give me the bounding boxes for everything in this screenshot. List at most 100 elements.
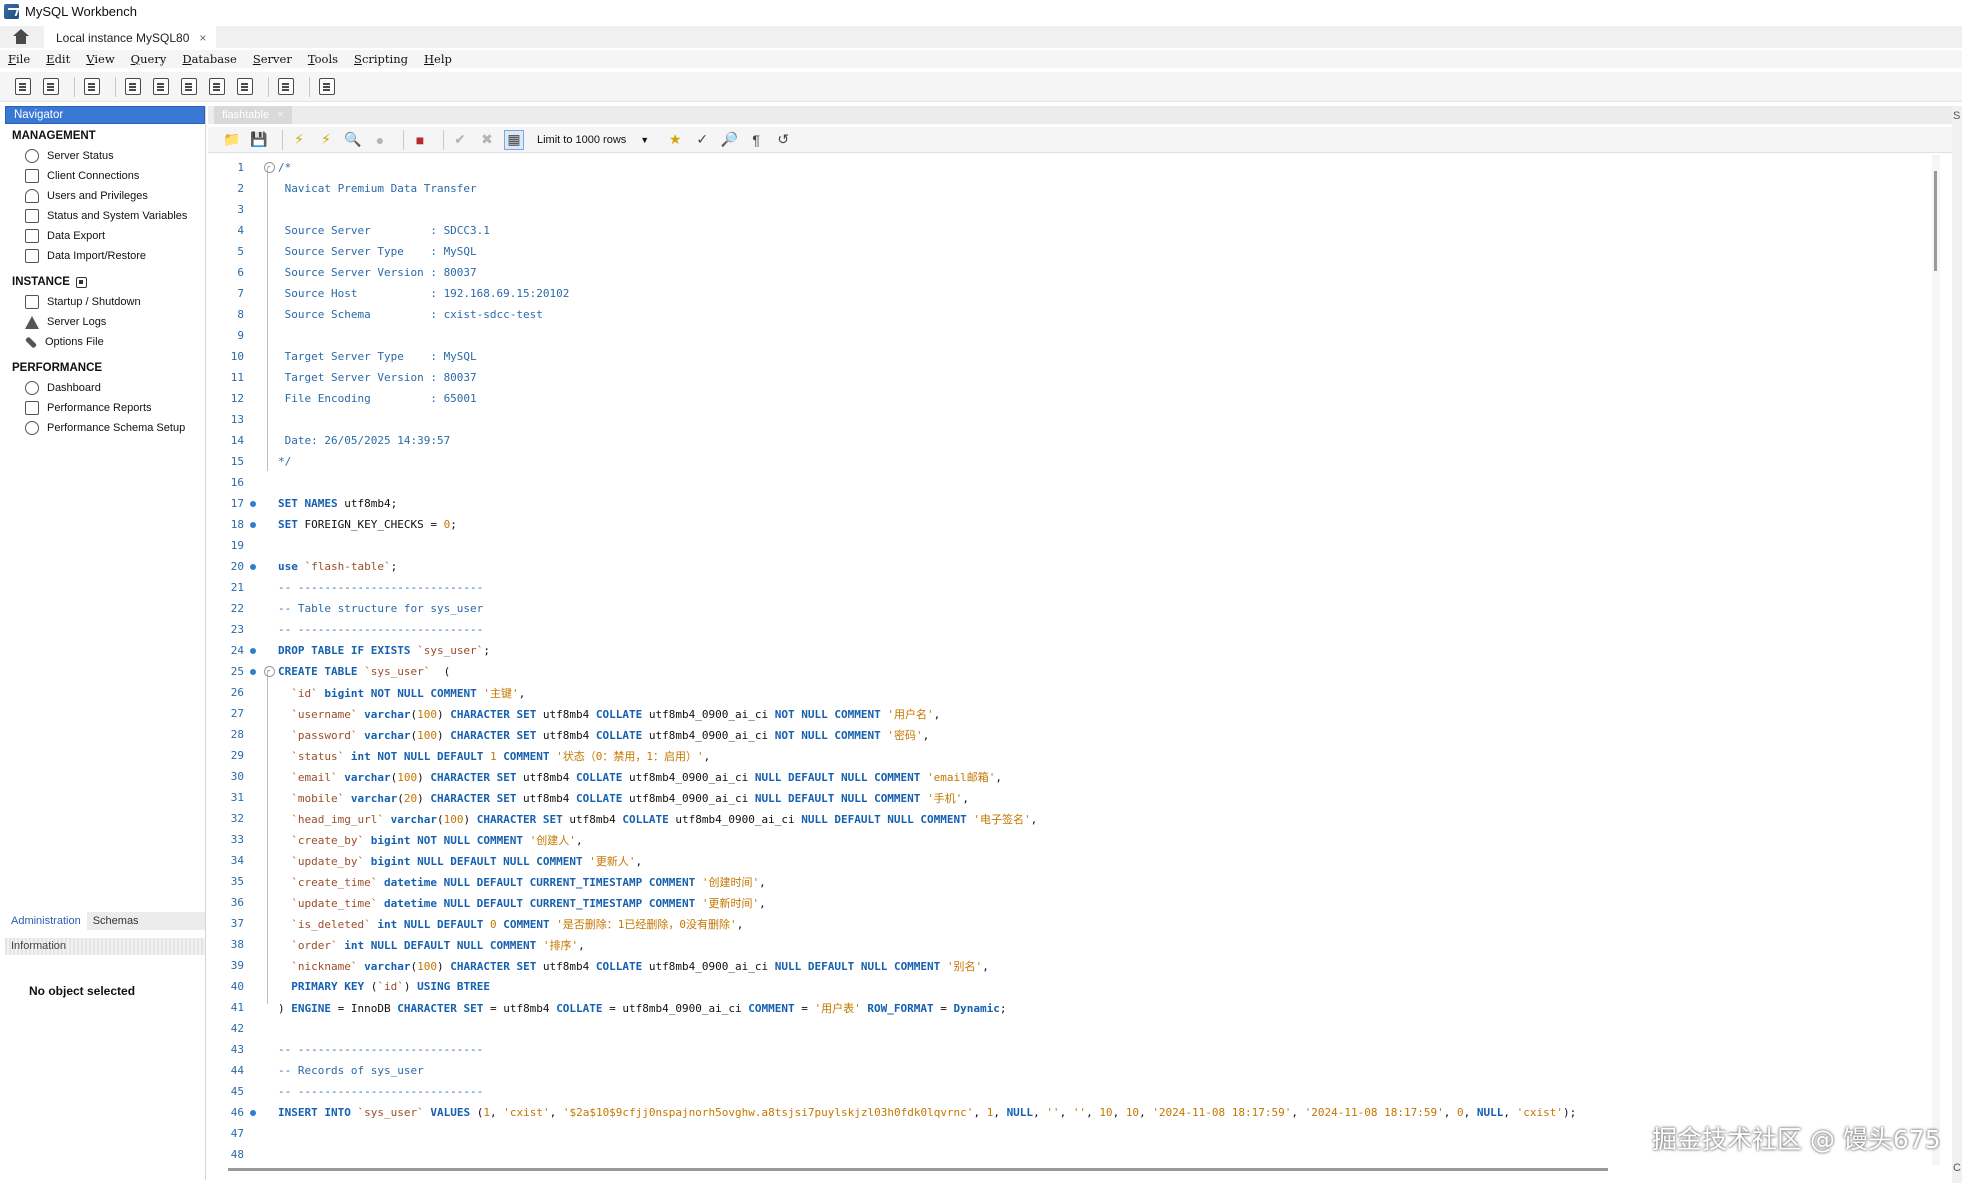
tab-administration[interactable]: Administration (5, 912, 87, 930)
code-line[interactable]: 2 Navicat Premium Data Transfer (208, 178, 1928, 199)
code-line[interactable]: 21 -- ---------------------------- (208, 577, 1928, 598)
close-icon[interactable]: × (199, 31, 206, 45)
code-line[interactable]: 25 - CREATE TABLE `sys_user` ( (208, 661, 1928, 682)
code-line[interactable]: 17 SET NAMES utf8mb4; (208, 493, 1928, 514)
tab-schemas[interactable]: Schemas (87, 912, 145, 930)
code-line[interactable]: 8 Source Schema : cxist-sdcc-test (208, 304, 1928, 325)
home-icon[interactable] (12, 29, 30, 45)
new-sql-tab-icon[interactable] (12, 76, 34, 98)
save-script-icon[interactable]: 💾 (249, 130, 269, 150)
vertical-scrollbar[interactable] (1932, 155, 1940, 1165)
code-line[interactable]: 16 (208, 472, 1928, 493)
code-line[interactable]: 40 PRIMARY KEY (`id`) USING BTREE (208, 976, 1928, 997)
beautify-icon[interactable]: ✓ (692, 130, 712, 150)
side-panel-tab-bottom[interactable]: C (1952, 1162, 1961, 1174)
execute-all-icon[interactable]: ⚡ (289, 130, 309, 150)
execute-current-icon[interactable]: ⚡ (316, 130, 336, 150)
code-line[interactable]: 41) ENGINE = InnoDB CHARACTER SET = utf8… (208, 997, 1928, 1018)
sidebar-item-client-connections[interactable]: Client Connections (5, 166, 205, 186)
code-line[interactable]: 30 `email` varchar(100) CHARACTER SET ut… (208, 766, 1928, 787)
rollback-icon[interactable]: ✖ (477, 130, 497, 150)
code-line[interactable]: 32 `head_img_url` varchar(100) CHARACTER… (208, 808, 1928, 829)
autocommit-toggle-icon[interactable]: ▦ (504, 129, 524, 150)
sidebar-item-startup-shutdown[interactable]: Startup / Shutdown (5, 292, 205, 312)
close-icon[interactable]: × (277, 109, 283, 121)
sidebar-item-dashboard[interactable]: Dashboard (5, 378, 205, 398)
code-line[interactable]: 10 Target Server Type : MySQL (208, 346, 1928, 367)
code-line[interactable]: 28 `password` varchar(100) CHARACTER SET… (208, 724, 1928, 745)
code-line[interactable]: 5 Source Server Type : MySQL (208, 241, 1928, 262)
menu-edit[interactable]: Edit (46, 52, 70, 66)
sql-code-editor[interactable]: 1-/* 2 Navicat Premium Data Transfer 3 4 So… (208, 155, 1928, 1165)
code-line[interactable]: 13 (208, 409, 1928, 430)
limit-rows-select[interactable]: Limit to 1000 rows ▼ (531, 130, 655, 150)
fold-toggle-icon[interactable]: - (263, 162, 275, 173)
code-line[interactable]: 9 (208, 325, 1928, 346)
stop-on-error-icon[interactable]: ■ (410, 130, 430, 150)
code-line[interactable]: 24 DROP TABLE IF EXISTS `sys_user`; (208, 640, 1928, 661)
menu-query[interactable]: Query (131, 52, 167, 66)
code-line[interactable]: 4 Source Server : SDCC3.1 (208, 220, 1928, 241)
code-line[interactable]: 42 (208, 1018, 1928, 1039)
code-line[interactable]: 19 (208, 535, 1928, 556)
sidebar-item-server-status[interactable]: Server Status (5, 146, 205, 166)
sidebar-item-performance-reports[interactable]: Performance Reports (5, 398, 205, 418)
code-line[interactable]: 37 `is_deleted` int NULL DEFAULT 0 COMME… (208, 913, 1928, 934)
create-view-icon[interactable] (178, 76, 200, 98)
code-line[interactable]: 33 `create_by` bigint NOT NULL COMMENT '… (208, 829, 1928, 850)
menu-tools[interactable]: Tools (308, 52, 338, 66)
sidebar-item-status-and-system-variables[interactable]: Status and System Variables (5, 206, 205, 226)
menu-help[interactable]: Help (424, 52, 452, 66)
stop-execution-icon[interactable]: ● (370, 130, 390, 150)
code-line[interactable]: 27 `username` varchar(100) CHARACTER SET… (208, 703, 1928, 724)
menu-database[interactable]: Database (182, 52, 237, 66)
side-panel-tab-top[interactable]: S (1952, 110, 1962, 122)
tab-flashtable[interactable]: flashtable × (214, 106, 292, 124)
code-line[interactable]: 45 -- ---------------------------- (208, 1081, 1928, 1102)
reconnect-icon[interactable] (316, 76, 338, 98)
code-line[interactable]: 29 `status` int NOT NULL DEFAULT 1 COMME… (208, 745, 1928, 766)
sidebar-item-performance-schema-setup[interactable]: Performance Schema Setup (5, 418, 205, 438)
code-line[interactable]: 23 -- ---------------------------- (208, 619, 1928, 640)
fold-toggle-icon[interactable]: - (263, 666, 275, 677)
menu-file[interactable]: File (8, 52, 30, 66)
code-line[interactable]: 14 Date: 26/05/2025 14:39:57 (208, 430, 1928, 451)
tab-local-instance[interactable]: Local instance MySQL80 × (44, 26, 217, 48)
sidebar-item-data-import-restore[interactable]: Data Import/Restore (5, 246, 205, 266)
sidebar-item-data-export[interactable]: Data Export (5, 226, 205, 246)
code-line[interactable]: 3 (208, 199, 1928, 220)
search-table-data-icon[interactable] (275, 76, 297, 98)
create-procedure-icon[interactable] (206, 76, 228, 98)
code-line[interactable]: 39 `nickname` varchar(100) CHARACTER SET… (208, 955, 1928, 976)
code-line[interactable]: 6 Source Server Version : 80037 (208, 262, 1928, 283)
sidebar-item-users-and-privileges[interactable]: Users and Privileges (5, 186, 205, 206)
commit-icon[interactable]: ✔ (450, 130, 470, 150)
code-line[interactable]: 1 -/* (208, 157, 1928, 178)
create-schema-icon[interactable] (122, 76, 144, 98)
open-file-icon[interactable]: 📁 (222, 130, 242, 150)
code-line[interactable]: 36 `update_time` datetime NULL DEFAULT C… (208, 892, 1928, 913)
invisible-characters-icon[interactable]: ¶ (746, 130, 766, 150)
inspector-icon[interactable] (81, 76, 103, 98)
code-line[interactable]: 11 Target Server Version : 80037 (208, 367, 1928, 388)
horizontal-scrollbar[interactable] (228, 1168, 1608, 1171)
find-replace-icon[interactable]: 🔎 (719, 130, 739, 150)
code-line[interactable]: 18 SET FOREIGN_KEY_CHECKS = 0; (208, 514, 1928, 535)
create-function-icon[interactable] (234, 76, 256, 98)
code-line[interactable]: 43 -- ---------------------------- (208, 1039, 1928, 1060)
code-line[interactable]: 34 `update_by` bigint NULL DEFAULT NULL … (208, 850, 1928, 871)
scrollbar-thumb[interactable] (1934, 171, 1937, 271)
code-line[interactable]: 31 `mobile` varchar(20) CHARACTER SET ut… (208, 787, 1928, 808)
sidebar-item-server-logs[interactable]: Server Logs (5, 312, 205, 332)
code-line[interactable]: 20 use `flash-table`; (208, 556, 1928, 577)
menu-server[interactable]: Server (253, 52, 292, 66)
open-sql-script-icon[interactable] (40, 76, 62, 98)
code-line[interactable]: 38 `order` int NULL DEFAULT NULL COMMENT… (208, 934, 1928, 955)
code-line[interactable]: 44 -- Records of sys_user (208, 1060, 1928, 1081)
code-line[interactable]: 12 File Encoding : 65001 (208, 388, 1928, 409)
code-line[interactable]: 22 -- Table structure for sys_user (208, 598, 1928, 619)
add-snippet-icon[interactable]: ★ (665, 130, 685, 150)
code-line[interactable]: 7 Source Host : 192.168.69.15:20102 (208, 283, 1928, 304)
menu-view[interactable]: View (86, 52, 114, 66)
word-wrap-icon[interactable]: ↺ (773, 130, 793, 150)
